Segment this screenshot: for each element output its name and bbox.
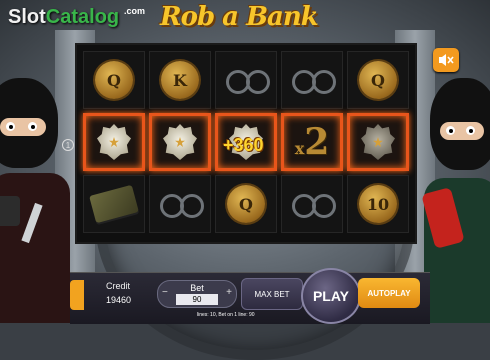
reel-cell: Q: [347, 51, 409, 109]
multiplier-symbol: x2: [295, 121, 330, 163]
play-button[interactable]: PLAY: [301, 268, 361, 324]
coin-symbol-icon: Q: [227, 185, 265, 223]
win-amount: +360: [223, 135, 264, 155]
multiplier-x: x: [294, 139, 305, 158]
logo-com-text: .com: [124, 6, 146, 16]
reel-cell: [149, 175, 211, 233]
police-badge-icon: [361, 124, 395, 160]
handcuffs-icon: [224, 68, 270, 94]
game-title: Rob a Bank: [160, 2, 319, 32]
logo-slot-text: Slot: [8, 6, 46, 28]
eye-slit: [0, 118, 46, 136]
coin-symbol-icon: Q: [95, 61, 133, 99]
coin-symbol-icon: K: [161, 61, 199, 99]
reel-grid: Q K Qx2 Q 10 +360: [75, 43, 417, 244]
police-badge-icon: [163, 124, 197, 160]
payline-marker: 1: [62, 139, 74, 151]
bet-increase-button[interactable]: +: [226, 287, 232, 298]
speaker-mute-icon: [439, 54, 454, 66]
reel-cell: [281, 51, 343, 109]
robber-left: [0, 78, 74, 323]
max-bet-button[interactable]: MAX BET: [241, 278, 303, 310]
reel-cell: [83, 113, 145, 171]
reel-cell: [281, 175, 343, 233]
multiplier-value: 2: [304, 121, 330, 163]
reel-cell: Q: [215, 175, 277, 233]
eye-slit: [440, 122, 484, 140]
bet-stepper: Bet − 90 +: [157, 280, 237, 308]
handcuffs-icon: [290, 192, 336, 218]
menu-tab-button[interactable]: [70, 280, 84, 310]
bet-decrease-button[interactable]: −: [162, 287, 168, 298]
reel-cell: Q: [83, 51, 145, 109]
reel-cell: 10: [347, 175, 409, 233]
handcuffs-icon: [290, 68, 336, 94]
slotcatalog-logo: SlotCatalog .com: [8, 6, 145, 29]
reel-cell: [83, 175, 145, 233]
reel-cell: x2: [281, 113, 343, 171]
police-badge-icon: [97, 124, 131, 160]
gun-icon: [0, 196, 20, 226]
handcuffs-icon: [158, 192, 204, 218]
coin-symbol-icon: 10: [359, 185, 397, 223]
autoplay-button[interactable]: AUTOPLAY: [358, 278, 420, 308]
bet-value: 90: [176, 294, 218, 305]
credit-value: 19460: [106, 295, 132, 305]
credit-label: Credit: [106, 281, 131, 291]
sound-toggle-button[interactable]: [433, 48, 459, 72]
coin-symbol-icon: Q: [359, 61, 397, 99]
money-stack-icon: [89, 184, 139, 224]
reel-cell: [215, 51, 277, 109]
bet-label: Bet: [190, 283, 204, 293]
lines-info: lines: 10, Bet on 1 line: 90: [197, 312, 255, 318]
logo-catalog-text: Catalog: [45, 6, 120, 28]
reel-cell: K: [149, 51, 211, 109]
reel-cell: [347, 113, 409, 171]
reel-cell: [149, 113, 211, 171]
